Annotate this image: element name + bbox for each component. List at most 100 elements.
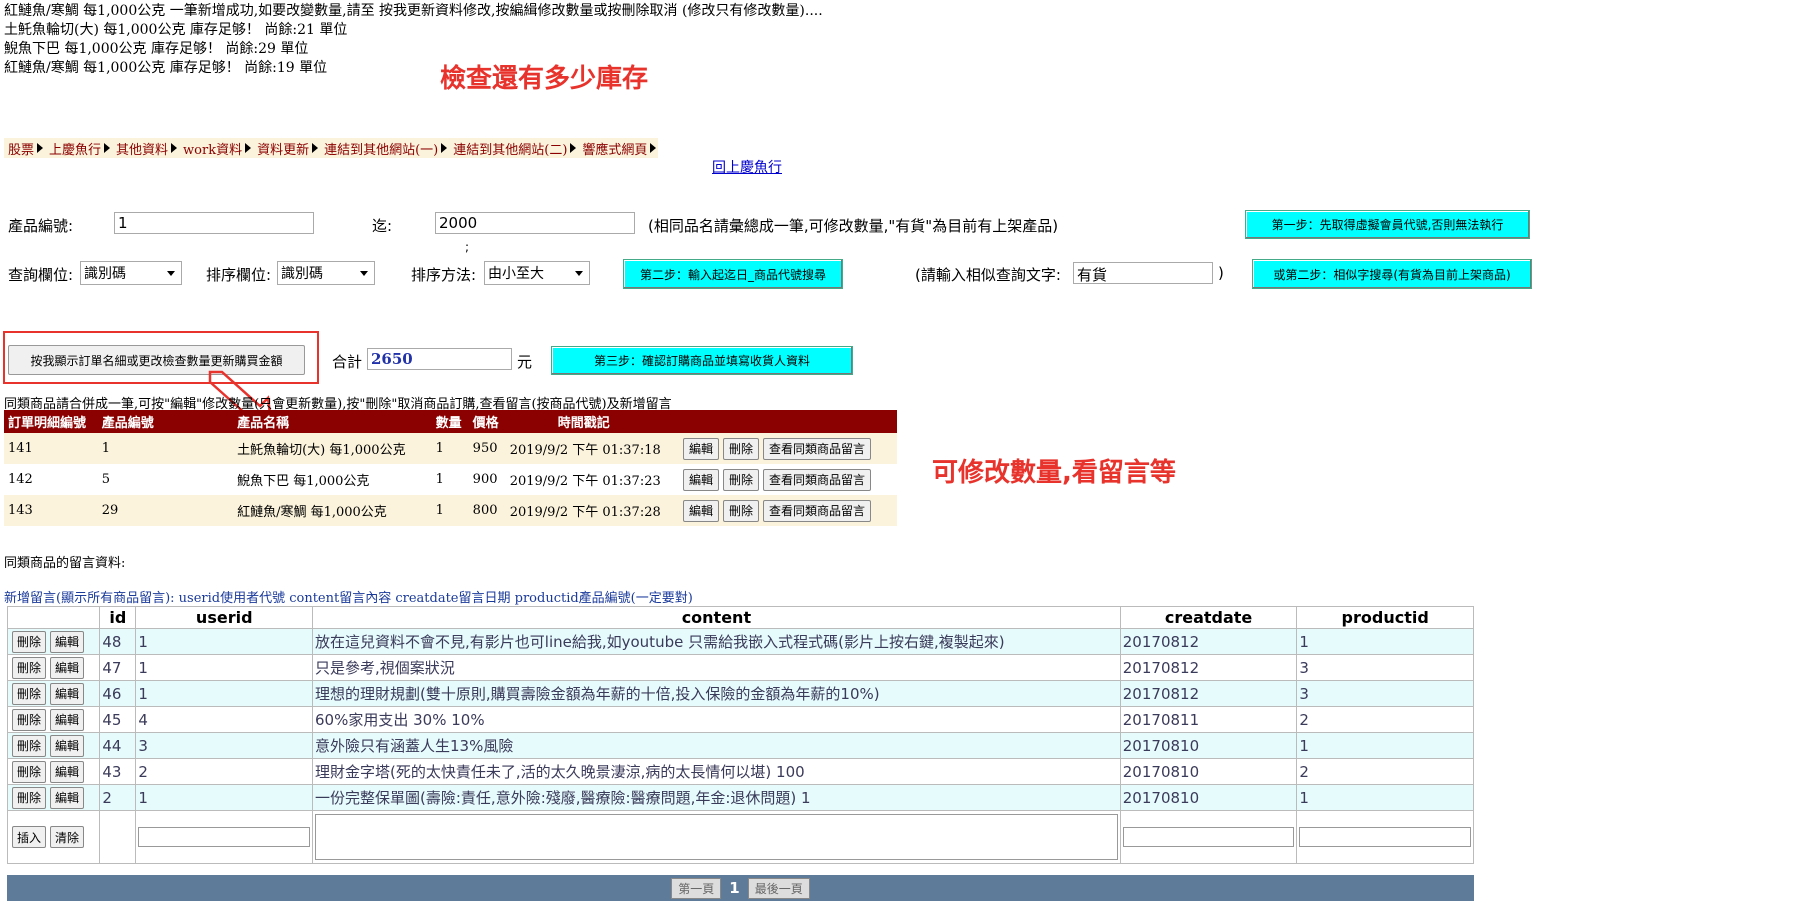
- detail-id: 142: [4, 464, 98, 495]
- menu-label: 上慶魚行: [49, 142, 102, 158]
- column-header: 時間戳記: [505, 410, 679, 433]
- delete-button[interactable]: 刪除: [723, 468, 760, 491]
- cell-userid: 1: [135, 654, 314, 681]
- delete-button[interactable]: 刪除: [723, 499, 760, 522]
- cell-productid: 3: [1296, 680, 1474, 707]
- menu-item-shangqing[interactable]: 上慶魚行: [45, 139, 112, 158]
- cell-userid: 1: [135, 680, 314, 707]
- menu-item-update[interactable]: 資料更新: [253, 139, 320, 158]
- edit-button[interactable]: 編輯: [50, 786, 84, 809]
- cell-id: 43: [99, 758, 137, 785]
- product-id: 29: [97, 495, 164, 526]
- menu-item-stocks[interactable]: 股票: [4, 139, 45, 158]
- arrow-right-icon: [312, 143, 319, 153]
- last-page-button[interactable]: 最後一頁: [747, 877, 810, 899]
- price: 900: [468, 464, 506, 495]
- status-message: 土魠魚輪切(大) 每1,000公克 庫存足够！ 尚餘:21 單位: [4, 22, 348, 38]
- menu-item-responsive[interactable]: 響應式網頁: [578, 139, 658, 158]
- arrow-right-icon: [171, 143, 178, 153]
- column-header: 價格: [468, 410, 506, 433]
- creatdate-input[interactable]: [1122, 827, 1295, 847]
- row-actions: 插入 清除: [6, 810, 101, 864]
- view-comments-button[interactable]: 查看同類商品留言: [763, 499, 872, 522]
- edit-button[interactable]: 編輯: [50, 682, 84, 705]
- content-textarea[interactable]: [315, 814, 1118, 860]
- similar-input[interactable]: 有貨: [1073, 262, 1213, 284]
- column-header: 產品編號: [97, 410, 164, 433]
- menu-bar: 股票 上慶魚行 其他資料 work資料 資料更新 連結到其他網站(一) 連結到其…: [4, 138, 659, 158]
- to-input[interactable]: 2000: [435, 212, 635, 234]
- delete-button[interactable]: 刪除: [12, 682, 46, 705]
- edit-button[interactable]: 編輯: [50, 760, 84, 783]
- separator: ;: [465, 240, 470, 254]
- sort-method-select[interactable]: 由小至大: [484, 261, 590, 285]
- row-actions: 編輯 刪除 查看同類商品留言: [678, 433, 897, 464]
- column-header: 產品名稱: [163, 410, 432, 433]
- clear-button[interactable]: 清除: [50, 826, 84, 848]
- annotation-stock-check: 檢查還有多少庫存: [440, 64, 649, 94]
- row-actions: 刪除 編輯: [6, 680, 101, 707]
- productid-input[interactable]: [1299, 827, 1471, 847]
- delete-button[interactable]: 刪除: [12, 708, 46, 731]
- insert-button[interactable]: 插入: [12, 826, 46, 848]
- cell-productid: 1: [1296, 732, 1474, 759]
- menu-item-links-2[interactable]: 連結到其他網站(二): [449, 139, 578, 158]
- view-comments-button[interactable]: 查看同類商品留言: [763, 437, 872, 460]
- chevron-down-icon: [360, 270, 368, 276]
- annotation-edit-hint: 可修改數量,看留言等: [932, 458, 1176, 488]
- cell-userid: [135, 810, 314, 864]
- to-label: 迄:: [372, 217, 393, 235]
- edit-button[interactable]: 編輯: [50, 734, 84, 757]
- cell-id: 48: [99, 628, 137, 655]
- sort-field-select[interactable]: 識別碼: [277, 261, 375, 285]
- add-comment-link[interactable]: 新增留言(顯示所有商品留言): userid使用者代號 content留言內容 …: [4, 587, 693, 606]
- column-header: [6, 606, 101, 629]
- step1-button[interactable]: 第一步：先取得虛擬會員代號,否則無法執行: [1245, 210, 1530, 239]
- cell-productid: 1: [1296, 784, 1474, 811]
- menu-item-other[interactable]: 其他資料: [112, 139, 179, 158]
- view-comments-button[interactable]: 查看同類商品留言: [763, 468, 872, 491]
- menu-item-work[interactable]: work資料: [179, 139, 253, 158]
- delete-button[interactable]: 刪除: [12, 760, 46, 783]
- edit-button[interactable]: 編輯: [682, 468, 719, 491]
- step2b-button[interactable]: 或第二步：相似字搜尋(有貨為目前上架商品): [1252, 259, 1532, 289]
- edit-button[interactable]: 編輯: [682, 437, 719, 460]
- column-header: content: [312, 606, 1121, 629]
- query-field-select[interactable]: 識別碼: [80, 261, 182, 285]
- column-header: productid: [1296, 606, 1474, 629]
- cell-userid: 1: [135, 784, 314, 811]
- delete-button[interactable]: 刪除: [723, 437, 760, 460]
- cell-id: [99, 810, 137, 864]
- edit-button[interactable]: 編輯: [682, 499, 719, 522]
- step2-button[interactable]: 第二步：輸入起迄日_商品代號搜尋: [623, 259, 843, 289]
- edit-button[interactable]: 編輯: [50, 708, 84, 731]
- menu-item-links-1[interactable]: 連結到其他網站(一): [320, 139, 449, 158]
- cell-content: 理財金字塔(死的太快責任未了,活的太久晚景淒涼,病的太長情何以堪) 100: [312, 758, 1121, 785]
- comments-table: id userid content creatdate productid 刪除…: [6, 606, 1474, 864]
- table-row: 刪除 編輯 48 1 放在這兒資料不會不見,有影片也可line給我,如youtub…: [6, 628, 1474, 655]
- product-no-input[interactable]: 1: [114, 212, 314, 234]
- sort-field-label: 排序欄位:: [206, 266, 272, 284]
- table-row: 刪除 編輯 45 4 60%家用支出 30% 10% 20170811 2: [6, 706, 1474, 733]
- delete-button[interactable]: 刪除: [12, 630, 46, 653]
- step3-button[interactable]: 第三步：確認訂購商品並填寫收貨人資料: [551, 346, 853, 375]
- delete-button[interactable]: 刪除: [12, 656, 46, 679]
- delete-button[interactable]: 刪除: [12, 734, 46, 757]
- status-message: 紅鰱魚/寒鯛 每1,000公克 一筆新增成功,如要改變數量,請至 按我更新資料修…: [4, 3, 823, 19]
- userid-input[interactable]: [138, 827, 311, 847]
- product-name: 紅鰱魚/寒鯛 每1,000公克: [163, 495, 432, 526]
- delete-button[interactable]: 刪除: [12, 786, 46, 809]
- detail-id: 143: [4, 495, 98, 526]
- cell-creatdate: 20170810: [1119, 732, 1298, 759]
- cell-content: 意外險只有涵蓋人生13%風險: [312, 732, 1121, 759]
- row-actions: 刪除 編輯: [6, 758, 101, 785]
- cell-productid: 3: [1296, 654, 1474, 681]
- edit-button[interactable]: 編輯: [50, 630, 84, 653]
- table-row: 刪除 編輯 47 1 只是參考,視個案狀況 20170812 3: [6, 654, 1474, 681]
- first-page-button[interactable]: 第一頁: [671, 877, 722, 899]
- back-link[interactable]: 回上慶魚行: [712, 157, 782, 177]
- total-input[interactable]: 2650: [367, 348, 512, 370]
- column-header: [678, 410, 897, 433]
- edit-button[interactable]: 編輯: [50, 656, 84, 679]
- cell-creatdate: 20170810: [1119, 758, 1298, 785]
